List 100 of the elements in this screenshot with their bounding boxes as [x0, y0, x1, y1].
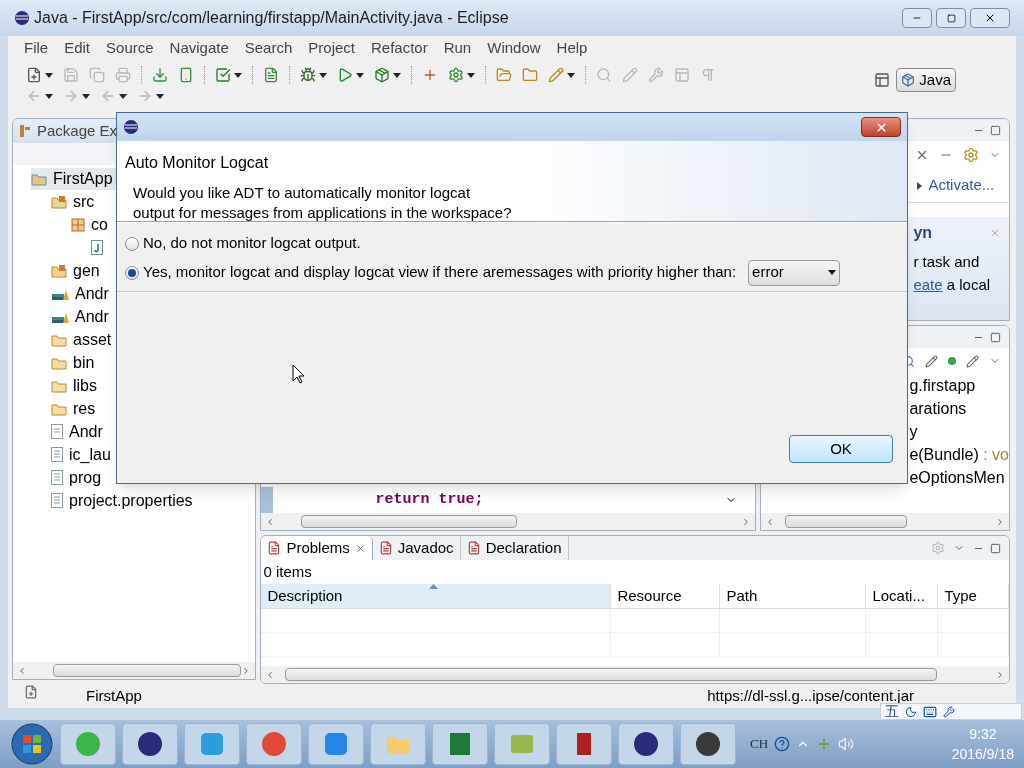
- gear-icon[interactable]: [963, 147, 979, 163]
- taskbar-button[interactable]: [680, 723, 736, 765]
- scroll-right-icon[interactable]: [995, 516, 1005, 527]
- bug-icon[interactable]: [300, 67, 316, 83]
- hide-static-icon[interactable]: [925, 354, 938, 368]
- perspective-button[interactable]: Java: [896, 68, 956, 92]
- priority-dropdown[interactable]: error: [748, 259, 841, 286]
- horizontal-scrollbar[interactable]: [261, 513, 756, 530]
- maximize-icon[interactable]: [990, 331, 1001, 343]
- tree-item[interactable]: FirstApp: [31, 167, 117, 190]
- dot-icon[interactable]: [948, 357, 956, 365]
- package-icon[interactable]: [374, 67, 390, 83]
- play-icon[interactable]: [337, 67, 353, 83]
- tree-item[interactable]: gen: [51, 259, 104, 282]
- dropdown-arrow-icon[interactable]: [567, 72, 575, 78]
- remove-icon[interactable]: [915, 148, 929, 162]
- view-tab[interactable]: Declaration: [460, 536, 569, 560]
- gear-icon[interactable]: [448, 67, 464, 83]
- create-link[interactable]: eate: [913, 275, 943, 293]
- option-label[interactable]: Yes, monitor logcat and display logcat view if there aremessages with priority higher than:: [143, 261, 737, 284]
- dropdown-arrow-icon[interactable]: [119, 93, 127, 99]
- configure-icon[interactable]: [931, 541, 945, 555]
- start-button[interactable]: [10, 722, 54, 766]
- outline-item[interactable]: y: [909, 420, 1009, 443]
- save-icon[interactable]: [63, 67, 79, 83]
- tree-item[interactable]: src: [51, 190, 99, 213]
- checkbox-icon[interactable]: [215, 67, 231, 83]
- pencil-icon[interactable]: [622, 67, 638, 83]
- tree-item[interactable]: res: [51, 397, 100, 420]
- add-icon[interactable]: [422, 67, 438, 83]
- outline-item[interactable]: g.firstapp: [909, 374, 1009, 397]
- volume-icon[interactable]: [838, 736, 855, 752]
- dropdown-arrow-icon[interactable]: [356, 72, 364, 78]
- tree-item[interactable]: co: [71, 213, 112, 236]
- view-tab[interactable]: Javadoc: [372, 536, 461, 560]
- taskbar-button[interactable]: [122, 723, 178, 765]
- dropdown-arrow-icon[interactable]: [45, 93, 53, 99]
- dropdown-arrow-icon[interactable]: [393, 72, 401, 78]
- dropdown-arrow-icon[interactable]: [319, 72, 327, 78]
- open-perspective-icon[interactable]: [874, 72, 891, 88]
- horizontal-scrollbar[interactable]: [13, 662, 256, 679]
- close-icon[interactable]: [989, 227, 1001, 239]
- column-header[interactable]: Description: [261, 584, 612, 608]
- column-header[interactable]: Path: [720, 584, 867, 608]
- menu-item[interactable]: Source: [98, 36, 162, 60]
- pilcrow-icon[interactable]: [700, 67, 716, 83]
- wrench-icon[interactable]: [943, 705, 955, 718]
- scrollbar-thumb[interactable]: [53, 664, 241, 677]
- radio-button[interactable]: [125, 265, 139, 280]
- menu-item[interactable]: Navigate: [161, 36, 237, 60]
- dropdown-arrow-icon[interactable]: [156, 93, 164, 99]
- tree-item[interactable]: asset: [51, 328, 116, 351]
- expand-arrow-icon[interactable]: [917, 181, 923, 190]
- taskbar-button[interactable]: [432, 723, 488, 765]
- help-icon[interactable]: [774, 736, 791, 752]
- ok-button[interactable]: OK: [789, 435, 893, 463]
- dropdown-arrow-icon[interactable]: [45, 72, 53, 78]
- tree-item[interactable]: prog: [51, 466, 106, 489]
- menu-item[interactable]: Edit: [56, 36, 99, 60]
- copy-icon[interactable]: [89, 67, 105, 83]
- dropdown-arrow-icon[interactable]: [467, 72, 475, 78]
- maximize-icon[interactable]: [990, 124, 1001, 136]
- taskbar-button[interactable]: [618, 723, 674, 765]
- phone-icon[interactable]: [178, 67, 194, 83]
- print-icon[interactable]: [115, 67, 131, 83]
- download-icon[interactable]: [152, 67, 168, 83]
- horizontal-scrollbar[interactable]: [761, 513, 1009, 530]
- keyboard-icon[interactable]: [923, 704, 937, 719]
- close-button[interactable]: [861, 117, 901, 137]
- maximize-icon[interactable]: [990, 542, 1001, 554]
- new-file-icon[interactable]: [26, 67, 42, 83]
- scroll-right-icon[interactable]: [995, 669, 1005, 680]
- menu-item[interactable]: File: [16, 36, 57, 60]
- scroll-left-icon[interactable]: [17, 665, 27, 676]
- tree-item[interactable]: project.properties: [51, 489, 197, 512]
- view-tab[interactable]: Problems: [261, 536, 373, 560]
- option-label[interactable]: No, do not monitor logcat output.: [143, 232, 361, 255]
- radio-button[interactable]: [125, 236, 139, 251]
- dropdown-arrow-icon[interactable]: [82, 93, 90, 99]
- horizontal-scrollbar[interactable]: [261, 666, 1009, 683]
- tree-item[interactable]: Andr: [51, 282, 113, 305]
- column-header[interactable]: Resource: [611, 584, 721, 608]
- input-language[interactable]: CH: [750, 734, 769, 754]
- moon-icon[interactable]: [905, 705, 917, 718]
- menu-item[interactable]: Search: [236, 36, 301, 60]
- outline-item[interactable]: eOptionsMen: [909, 466, 1009, 489]
- taskbar-button[interactable]: [556, 723, 612, 765]
- hide-local-icon[interactable]: [966, 354, 979, 368]
- maximize-button[interactable]: [936, 8, 966, 28]
- menu-item[interactable]: Window: [479, 36, 549, 60]
- folder-icon[interactable]: [522, 67, 538, 83]
- scrollbar-thumb[interactable]: [285, 668, 938, 681]
- close-icon[interactable]: [354, 542, 366, 554]
- tree-item[interactable]: Andr: [51, 420, 107, 443]
- minimize-button[interactable]: [902, 8, 932, 28]
- scrollbar-thumb[interactable]: [785, 515, 908, 528]
- view-tab[interactable]: Package Ex: [37, 119, 118, 143]
- tree-item[interactable]: bin: [51, 351, 99, 374]
- outline-item[interactable]: arations: [909, 397, 1009, 420]
- menu-item[interactable]: Refactor: [363, 36, 436, 60]
